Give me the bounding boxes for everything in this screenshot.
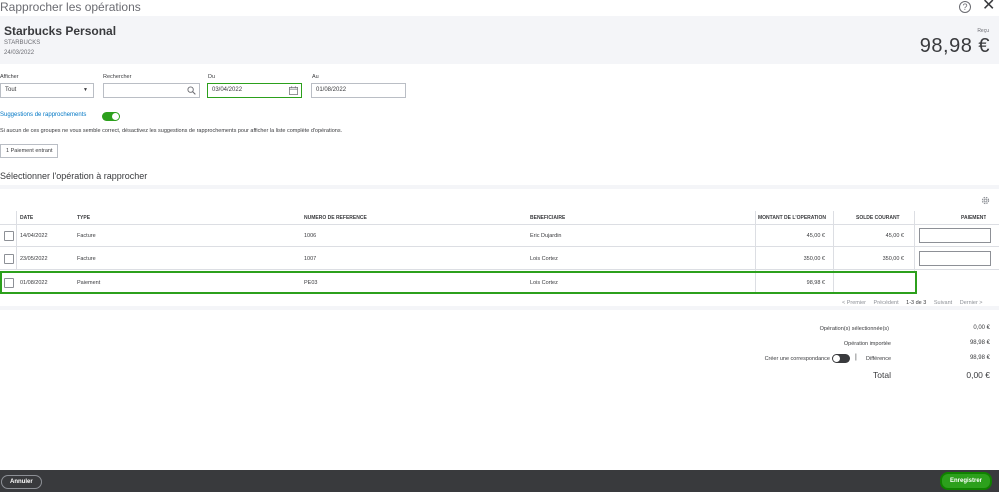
- filters-row: Afficher Tout ▼ Rechercher Du 03/04/2022…: [0, 70, 999, 100]
- pager-next[interactable]: Suivant: [934, 300, 952, 306]
- difference-label: Différence: [866, 356, 891, 362]
- row-date: 23/05/2022: [20, 256, 48, 262]
- col-payee[interactable]: BÉNÉFICIAIRE: [530, 215, 565, 221]
- col-type[interactable]: TYPE: [77, 215, 90, 221]
- chevron-down-icon: ▼: [83, 87, 88, 93]
- row-date: 14/04/2022: [20, 233, 48, 239]
- row-reference: PE03: [304, 280, 318, 286]
- selected-ops-value: 0,00 €: [973, 325, 990, 331]
- merchant-subtitle: STARBUCKS: [4, 40, 41, 46]
- calendar-icon[interactable]: [289, 86, 298, 95]
- table-row[interactable]: 23/05/2022 Facture 1007 Lois Cortez 350,…: [0, 248, 999, 270]
- table-row[interactable]: 14/04/2022 Facture 1006 Eric Dujardin 45…: [0, 225, 999, 247]
- footer-bar: Annuler Enregistrer: [0, 470, 999, 492]
- transactions-grid-area: DATE TYPE NUMÉRO DE RÉFÉRENCE BÉNÉFICIAI…: [0, 185, 999, 310]
- imported-op-label: Opération importée: [843, 341, 891, 347]
- from-date-input[interactable]: 03/04/2022: [207, 83, 302, 98]
- col-reference[interactable]: NUMÉRO DE RÉFÉRENCE: [304, 215, 367, 221]
- imported-op-value: 98,98 €: [969, 340, 990, 346]
- to-date-value: 01/08/2022: [316, 87, 347, 93]
- row-checkbox[interactable]: [4, 278, 14, 288]
- search-input[interactable]: [103, 83, 200, 98]
- create-match-label: Créer une correspondance: [764, 356, 830, 362]
- close-icon[interactable]: ✕: [982, 0, 995, 14]
- search-label: Rechercher: [103, 74, 132, 80]
- col-payment[interactable]: PAIEMENT: [961, 215, 986, 221]
- help-circle-icon[interactable]: ?: [959, 1, 971, 13]
- merchant-name: Starbucks Personal: [4, 24, 117, 38]
- payment-input[interactable]: [919, 228, 991, 243]
- suggestions-toggle[interactable]: [102, 112, 120, 121]
- row-reference: 1007: [304, 256, 317, 262]
- row-type: Paiement: [77, 280, 101, 286]
- total-label: Total: [873, 370, 891, 380]
- show-filter-label: Afficher: [0, 74, 19, 80]
- incoming-payment-chip[interactable]: 1 Paiement entrant: [0, 144, 59, 158]
- show-filter-dropdown[interactable]: Tout ▼: [0, 83, 94, 98]
- suggestions-info-text: Si aucun de ces groupes ne vous semble c…: [0, 128, 343, 134]
- row-payee: Lois Cortez: [530, 280, 558, 286]
- show-filter-value: Tout: [5, 87, 17, 93]
- row-amount: 350,00 €: [803, 256, 825, 262]
- transaction-header: Starbucks Personal STARBUCKS 24/03/2022 …: [0, 16, 999, 64]
- row-checkbox[interactable]: [4, 231, 14, 241]
- gear-icon[interactable]: [980, 195, 991, 206]
- row-payee: Lois Cortez: [530, 256, 558, 262]
- save-button[interactable]: Enregistrer: [940, 472, 992, 490]
- row-amount: 98,98 €: [806, 280, 825, 286]
- suggestions-toggle-label[interactable]: Suggestions de rapprochements: [0, 112, 86, 118]
- toggle-knob: [833, 355, 840, 362]
- search-icon[interactable]: [187, 86, 196, 95]
- amount-label: Reçu: [977, 28, 989, 34]
- from-date-label: Du: [208, 74, 216, 80]
- difference-value: 98,98 €: [969, 355, 990, 361]
- pager-last[interactable]: Dernier >: [960, 300, 983, 306]
- row-balance: 45,00 €: [885, 233, 904, 239]
- payment-input[interactable]: [919, 251, 991, 266]
- table-header: DATE TYPE NUMÉRO DE RÉFÉRENCE BÉNÉFICIAI…: [0, 211, 999, 225]
- transaction-amount: 98,98 €: [919, 35, 990, 57]
- pager-first[interactable]: < Premier: [842, 300, 866, 306]
- row-checkbox[interactable]: [4, 254, 14, 264]
- transactions-table: DATE TYPE NUMÉRO DE RÉFÉRENCE BÉNÉFICIAI…: [0, 189, 999, 306]
- total-value: 0,00 €: [966, 370, 990, 380]
- transaction-date: 24/03/2022: [4, 50, 35, 56]
- table-row-highlighted[interactable]: 01/08/2022 Paiement PE03 Lois Cortez 98,…: [0, 271, 917, 294]
- toggle-knob: [112, 113, 119, 120]
- create-match-toggle[interactable]: [832, 354, 850, 363]
- cancel-button[interactable]: Annuler: [1, 475, 42, 489]
- selected-ops-label: Opération(s) sélectionnée(s): [819, 326, 889, 332]
- row-type: Facture: [77, 233, 96, 239]
- col-balance[interactable]: SOLDE COURANT: [856, 215, 900, 221]
- to-date-label: Au: [312, 74, 319, 80]
- separator: |: [855, 354, 857, 361]
- row-date: 01/08/2022: [20, 280, 48, 286]
- col-date[interactable]: DATE: [20, 215, 33, 221]
- window-title-bar: Rapprocher les opérations ? ✕: [0, 0, 999, 16]
- row-balance: 350,00 €: [882, 256, 904, 262]
- row-payee: Eric Dujardin: [530, 233, 562, 239]
- section-title: Sélectionner l'opération à rapprocher: [0, 171, 148, 181]
- row-amount: 45,00 €: [806, 233, 825, 239]
- window-title: Rapprocher les opérations: [0, 0, 141, 14]
- to-date-input[interactable]: 01/08/2022: [311, 83, 406, 98]
- pager-range: 1-3 de 3: [906, 300, 927, 306]
- row-reference: 1006: [304, 233, 317, 239]
- pagination: < Premier Précédent 1-3 de 3 Suivant Der…: [842, 300, 989, 306]
- col-amount[interactable]: MONTANT DE L'OPÉRATION: [758, 215, 833, 221]
- pager-prev[interactable]: Précédent: [874, 300, 899, 306]
- from-date-value: 03/04/2022: [212, 87, 243, 93]
- row-type: Facture: [77, 256, 96, 262]
